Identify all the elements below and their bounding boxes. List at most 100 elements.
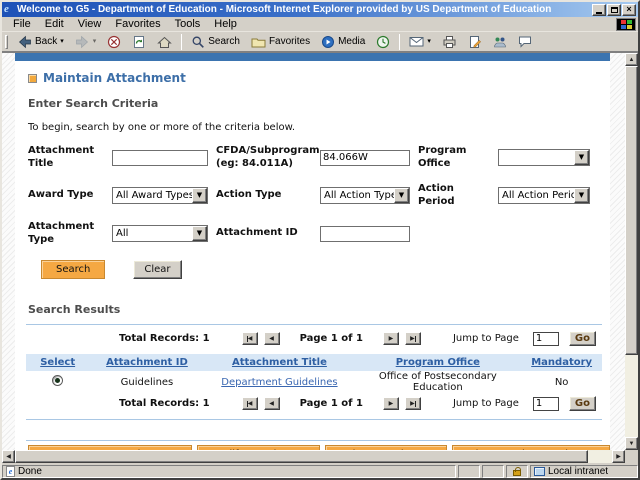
search-button[interactable]: Search bbox=[41, 260, 106, 279]
chevron-down-icon[interactable]: ▼ bbox=[192, 226, 207, 241]
edit-button[interactable] bbox=[463, 33, 487, 51]
mail-button[interactable]: ▾ bbox=[404, 33, 436, 51]
window-title: Welcome to G5 - Department of Education … bbox=[17, 4, 552, 15]
forward-button[interactable]: ▾ bbox=[70, 33, 102, 51]
last-page-icon bbox=[414, 335, 416, 342]
column-mandatory[interactable]: Mandatory bbox=[531, 357, 592, 368]
messenger-button[interactable] bbox=[488, 33, 512, 51]
minimize-button[interactable] bbox=[592, 3, 606, 16]
stop-button[interactable] bbox=[102, 33, 126, 51]
cell-program-office: Office of Postsecondary Education bbox=[378, 371, 497, 393]
menu-help[interactable]: Help bbox=[207, 18, 244, 30]
refresh-button[interactable] bbox=[127, 33, 151, 51]
next-page-button[interactable]: ▶ bbox=[382, 397, 399, 410]
first-page-button[interactable]: ◀ bbox=[241, 332, 258, 345]
action-type-select[interactable]: All Action Types ▼ bbox=[320, 187, 410, 204]
chevron-down-icon[interactable]: ▼ bbox=[394, 188, 409, 203]
close-button[interactable]: × bbox=[622, 3, 636, 16]
menu-bar: File Edit View Favorites Tools Help bbox=[2, 17, 638, 32]
search-criteria-form: Attachment Title CFDA/Subprogram (eg: 84… bbox=[28, 145, 610, 246]
home-button[interactable] bbox=[152, 33, 177, 51]
toolbar-grip[interactable] bbox=[5, 34, 8, 49]
maintain-attachment-bullet-icon bbox=[28, 73, 37, 83]
next-page-icon: ▶ bbox=[388, 335, 394, 342]
security-pane bbox=[506, 465, 528, 478]
column-attachment-id[interactable]: Attachment ID bbox=[106, 357, 188, 368]
chevron-down-icon[interactable]: ▼ bbox=[574, 150, 589, 165]
stop-icon bbox=[108, 35, 121, 48]
total-records-label: Total Records: 1 bbox=[119, 398, 210, 409]
history-button[interactable] bbox=[371, 33, 395, 51]
print-button[interactable] bbox=[437, 33, 462, 51]
first-page-button[interactable]: ◀ bbox=[241, 397, 258, 410]
column-select[interactable]: Select bbox=[40, 357, 75, 368]
page-margin-stripe-right bbox=[610, 53, 625, 450]
favorites-button[interactable]: Favorites bbox=[246, 33, 315, 51]
security-zone-pane: Local intranet bbox=[530, 465, 638, 478]
page-info-label: Page 1 of 1 bbox=[299, 398, 363, 409]
menu-file[interactable]: File bbox=[6, 18, 38, 30]
cfda-label: CFDA/Subprogram (eg: 84.011A) bbox=[216, 145, 320, 169]
horizontal-scrollbar[interactable]: ◀ ▶ bbox=[2, 450, 638, 463]
chevron-down-icon[interactable]: ▼ bbox=[192, 188, 207, 203]
horizontal-scroll-thumb[interactable] bbox=[15, 450, 589, 463]
program-office-select[interactable]: ▼ bbox=[498, 149, 590, 166]
status-pane-empty bbox=[458, 465, 480, 478]
clear-button[interactable]: Clear bbox=[133, 260, 182, 279]
attachment-title-label: Attachment Title bbox=[28, 145, 95, 169]
restore-button[interactable] bbox=[607, 3, 621, 16]
last-page-button[interactable]: ▶ bbox=[404, 332, 421, 345]
scroll-up-icon[interactable]: ▲ bbox=[625, 53, 638, 66]
go-button[interactable]: Go bbox=[568, 396, 596, 411]
discuss-button[interactable] bbox=[513, 33, 537, 51]
messenger-icon bbox=[494, 37, 506, 47]
jump-to-page-input[interactable] bbox=[532, 331, 559, 346]
pagination-bottom: Total Records: 1 ◀ ◀ Page 1 of 1 ▶ ▶ Jum… bbox=[15, 396, 596, 411]
next-page-button[interactable]: ▶ bbox=[382, 332, 399, 345]
attachment-type-label: Attachment Type bbox=[28, 221, 95, 245]
prev-page-button[interactable]: ◀ bbox=[263, 332, 280, 345]
ie-document-icon: e bbox=[6, 466, 15, 477]
jump-to-page-input[interactable] bbox=[532, 396, 559, 411]
scrollbar-corner bbox=[625, 450, 638, 463]
menu-view[interactable]: View bbox=[71, 18, 109, 30]
column-attachment-title[interactable]: Attachment Title bbox=[232, 357, 327, 368]
back-button[interactable]: Back ▾ bbox=[12, 33, 69, 51]
mail-dropdown-icon: ▾ bbox=[427, 38, 431, 45]
action-period-select[interactable]: All Action Periods ▼ bbox=[498, 187, 590, 204]
menu-tools[interactable]: Tools bbox=[168, 18, 208, 30]
scroll-down-icon[interactable]: ▼ bbox=[625, 437, 638, 450]
menu-favorites[interactable]: Favorites bbox=[108, 18, 167, 30]
scroll-right-icon[interactable]: ▶ bbox=[612, 450, 625, 463]
attachment-title-input[interactable] bbox=[112, 149, 208, 166]
next-page-icon: ▶ bbox=[388, 400, 394, 407]
scroll-left-icon[interactable]: ◀ bbox=[2, 450, 15, 463]
prev-page-button[interactable]: ◀ bbox=[263, 397, 280, 410]
status-bar: e Done Local intranet bbox=[2, 463, 638, 478]
vertical-scroll-thumb[interactable] bbox=[625, 66, 638, 356]
column-program-office[interactable]: Program Office bbox=[396, 357, 480, 368]
vertical-scroll-track[interactable] bbox=[625, 66, 638, 437]
cfda-input[interactable] bbox=[320, 149, 410, 166]
select-row-radio[interactable] bbox=[52, 375, 64, 386]
instructions-text: To begin, search by one or more of the c… bbox=[28, 122, 296, 133]
window-controls: × bbox=[592, 3, 636, 16]
horizontal-scroll-track[interactable] bbox=[15, 450, 612, 463]
vertical-scrollbar[interactable]: ▲ ▼ bbox=[625, 53, 638, 450]
prev-page-icon: ◀ bbox=[269, 400, 274, 407]
results-table: Select Attachment ID Attachment Title Pr… bbox=[26, 354, 602, 393]
attachment-id-input[interactable] bbox=[320, 225, 410, 242]
zone-text: Local intranet bbox=[548, 466, 609, 477]
award-type-select[interactable]: All Award Types ▼ bbox=[112, 187, 208, 204]
media-icon bbox=[322, 35, 335, 48]
divider bbox=[26, 419, 602, 420]
media-button[interactable]: Media bbox=[316, 33, 370, 51]
attachment-title-link[interactable]: Department Guidelines bbox=[221, 377, 337, 388]
forward-dropdown-icon: ▾ bbox=[92, 38, 97, 45]
last-page-button[interactable]: ▶ bbox=[404, 397, 421, 410]
search-button-toolbar[interactable]: Search bbox=[186, 33, 245, 51]
menu-edit[interactable]: Edit bbox=[38, 18, 71, 30]
go-button[interactable]: Go bbox=[568, 331, 596, 346]
chevron-down-icon[interactable]: ▼ bbox=[574, 188, 589, 203]
attachment-type-select[interactable]: All ▼ bbox=[112, 225, 208, 242]
